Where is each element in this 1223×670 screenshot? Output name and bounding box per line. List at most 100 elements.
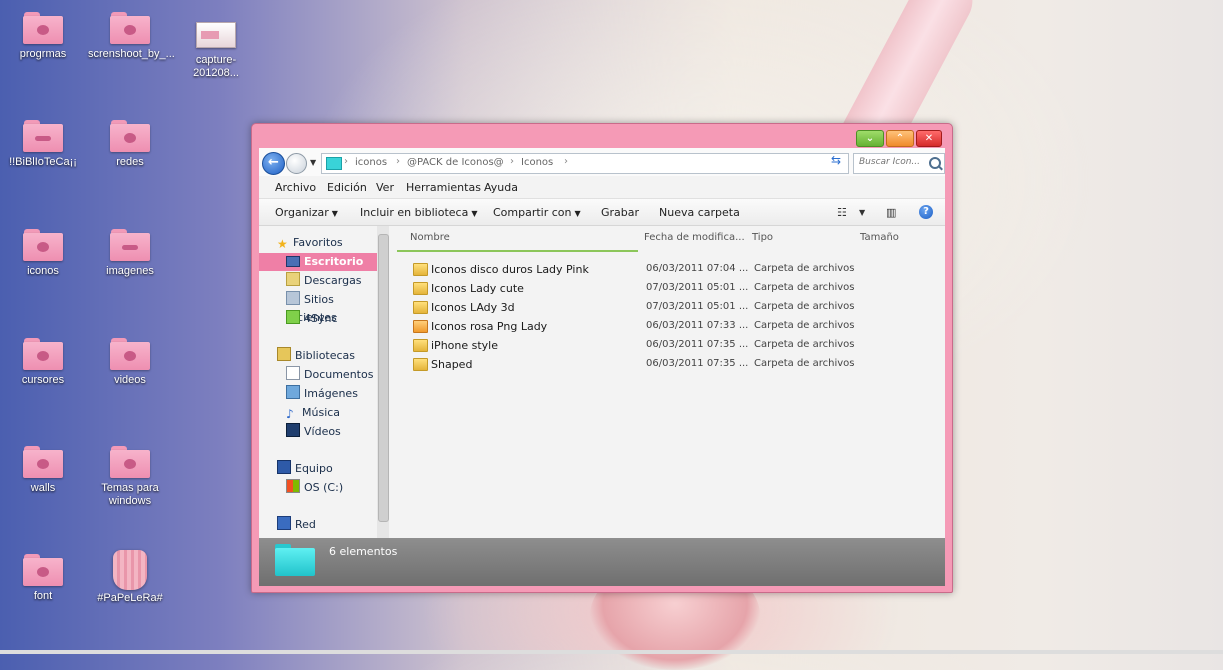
desktop-icon-progrmas[interactable]: progrmas <box>1 12 85 61</box>
file-row[interactable]: Shaped 06/03/2011 07:35 ... Carpeta de a… <box>397 355 937 373</box>
menu-ver[interactable]: Ver <box>376 181 394 194</box>
downloads-icon <box>286 272 300 286</box>
refresh-icon[interactable]: ⇆ <box>831 153 841 167</box>
folder-icon <box>413 282 428 295</box>
nav-images[interactable]: Imágenes <box>259 385 377 403</box>
network-icon <box>277 516 291 530</box>
scrollbar-thumb[interactable] <box>378 234 389 522</box>
column-header-name[interactable]: Nombre <box>410 232 450 243</box>
file-row[interactable]: iPhone style 06/03/2011 07:35 ... Carpet… <box>397 336 937 354</box>
nav-downloads[interactable]: Descargas <box>259 272 377 290</box>
file-date: 06/03/2011 07:35 ... <box>646 358 749 369</box>
back-button[interactable]: ← <box>262 152 285 175</box>
desktop-icon-label: progrmas <box>19 48 67 60</box>
file-row[interactable]: Iconos LAdy 3d 07/03/2011 05:01 ... Carp… <box>397 298 937 316</box>
burn-button[interactable]: Grabar <box>601 206 639 219</box>
address-bar[interactable]: › iconos › @PACK de Iconos@ › Iconos › ▼ <box>321 153 881 174</box>
nav-favorites[interactable]: ★ Favoritos <box>259 234 377 252</box>
nav-label: Bibliotecas <box>295 349 356 362</box>
nav-drive-c[interactable]: OS (C:) <box>259 479 377 497</box>
menu-edicion[interactable]: Edición <box>327 181 367 194</box>
desktop-icon-label: font <box>33 590 53 602</box>
breadcrumb-item[interactable]: @PACK de Iconos@ <box>407 157 504 168</box>
new-folder-button[interactable]: Nueva carpeta <box>659 206 740 219</box>
minimize-button[interactable]: ⌄ <box>856 130 884 147</box>
nav-recent[interactable]: Sitios recientes <box>259 291 377 324</box>
sync-icon <box>286 310 300 324</box>
close-button[interactable]: ✕ <box>916 130 942 147</box>
desktop-icon-screenshot[interactable]: screnshoot_by_... <box>88 12 175 61</box>
nav-music[interactable]: ♪ Música <box>259 404 377 422</box>
forward-button[interactable] <box>286 153 307 174</box>
computer-icon <box>277 460 291 474</box>
nav-libraries[interactable]: Bibliotecas <box>259 347 377 365</box>
file-row[interactable]: Iconos Lady cute 07/03/2011 05:01 ... Ca… <box>397 279 937 297</box>
pink-folder-icon <box>23 12 63 44</box>
desktop-icon-imagenes[interactable]: imagenes <box>88 229 172 278</box>
dropdown-arrow-icon: ▼ <box>574 209 581 218</box>
desktop-icon <box>286 256 300 267</box>
recycle-bin-icon <box>113 550 147 590</box>
file-row[interactable]: Iconos rosa Png Lady 06/03/2011 07:33 ..… <box>397 317 937 335</box>
search-box[interactable] <box>853 153 945 174</box>
search-input[interactable] <box>859 157 927 167</box>
menu-archivo[interactable]: Archivo <box>275 181 316 194</box>
desktop-icon-walls[interactable]: walls <box>1 446 85 495</box>
nav-videos[interactable]: Vídeos <box>259 423 377 441</box>
breadcrumb-separator-icon: › <box>396 156 400 167</box>
share-button[interactable]: Compartir con ▼ <box>493 206 581 219</box>
desktop-icon-recycle-bin[interactable]: #PaPeLeRa# <box>88 550 172 605</box>
desktop-icon-videos[interactable]: videos <box>88 338 172 387</box>
column-header-type[interactable]: Tipo <box>752 232 773 243</box>
nav-documents[interactable]: Documentos <box>259 366 377 384</box>
file-name: Iconos LAdy 3d <box>431 301 515 314</box>
file-type: Carpeta de archivos <box>754 320 855 331</box>
recent-pages-dropdown-icon[interactable]: ▼ <box>310 158 316 167</box>
help-icon[interactable]: ? <box>919 205 933 219</box>
nav-desktop[interactable]: Escritorio <box>259 253 377 271</box>
pink-folder-icon <box>110 446 150 478</box>
nav-4sync[interactable]: 4Sync <box>259 310 377 328</box>
search-icon[interactable] <box>929 157 941 169</box>
breadcrumb-item[interactable]: iconos <box>355 157 387 168</box>
images-icon <box>286 385 300 399</box>
pink-folder-icon <box>110 229 150 261</box>
recent-places-icon <box>286 291 300 305</box>
column-header-date[interactable]: Fecha de modifica... <box>644 232 745 243</box>
desktop-icon-iconos[interactable]: iconos <box>1 229 85 278</box>
menu-ayuda[interactable]: Ayuda <box>484 181 518 194</box>
file-row[interactable]: Iconos disco duros Lady Pink 06/03/2011 … <box>397 260 937 278</box>
maximize-button[interactable]: ⌃ <box>886 130 914 147</box>
nav-label: Vídeos <box>304 425 341 438</box>
desktop-icon-label: videos <box>114 374 146 386</box>
file-type: Carpeta de archivos <box>754 301 855 312</box>
pink-folder-icon <box>23 120 63 152</box>
view-dropdown-icon[interactable]: ▼ <box>859 208 865 217</box>
desktop-icon-temas[interactable]: Temas para windows <box>88 446 172 508</box>
title-bar[interactable]: ⌄ ⌃ ✕ <box>252 124 952 148</box>
videos-icon <box>286 423 300 437</box>
desktop-icon-biblioteca[interactable]: !!BiBlIoTeCa¡¡ <box>1 120 85 169</box>
organize-button[interactable]: Organizar ▼ <box>275 206 338 219</box>
dropdown-arrow-icon: ▼ <box>471 209 478 218</box>
menu-herramientas[interactable]: Herramientas <box>406 181 481 194</box>
view-options-icon[interactable]: ☷ <box>837 206 847 219</box>
preview-pane-icon[interactable]: ▥ <box>886 206 896 219</box>
nav-network[interactable]: Red <box>259 516 377 534</box>
address-row: ← ▼ › iconos › @PACK de Iconos@ › Iconos… <box>259 148 945 176</box>
nav-computer[interactable]: Equipo <box>259 460 377 478</box>
breadcrumb-item[interactable]: Iconos <box>521 157 553 168</box>
column-header-size[interactable]: Tamaño <box>860 232 899 243</box>
nav-label: Equipo <box>295 462 333 475</box>
dropdown-arrow-icon: ▼ <box>331 209 338 218</box>
drive-icon <box>286 479 300 493</box>
nav-label: Imágenes <box>304 387 358 400</box>
desktop-icon-cursores[interactable]: cursores <box>1 338 85 387</box>
file-type: Carpeta de archivos <box>754 263 855 274</box>
nav-scrollbar[interactable] <box>377 226 389 548</box>
include-library-button[interactable]: Incluir en biblioteca ▼ <box>360 206 478 219</box>
desktop-icon-redes[interactable]: redes <box>88 120 172 169</box>
desktop-icon-capture[interactable]: capture-201208... <box>174 20 258 80</box>
desktop-icon-font[interactable]: font <box>1 554 85 603</box>
window-body: ← ▼ › iconos › @PACK de Iconos@ › Iconos… <box>259 148 945 586</box>
